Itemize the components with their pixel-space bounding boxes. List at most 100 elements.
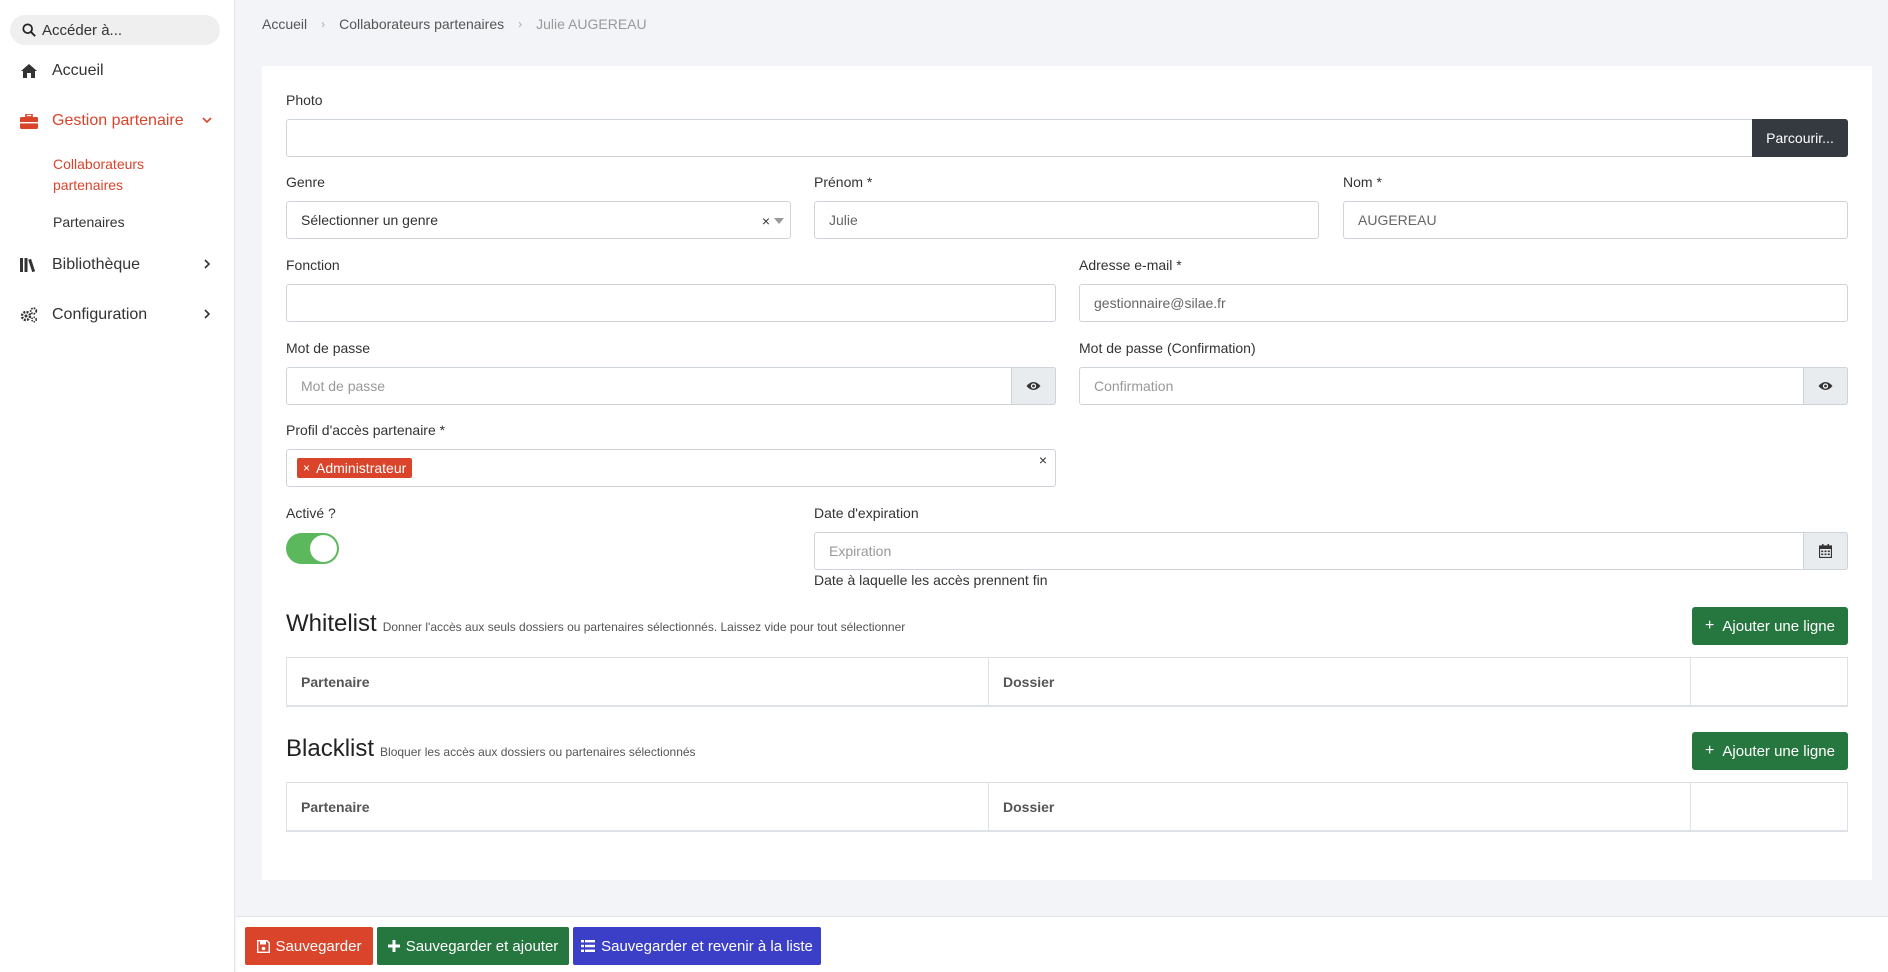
whitelist-description: Donner l'accès aux seuls dossiers ou par… [382, 620, 906, 634]
expiration-placeholder: Expiration [829, 543, 892, 559]
eye-icon [1026, 382, 1041, 390]
plus-icon [387, 940, 400, 952]
genre-clear-icon[interactable]: × [762, 213, 770, 229]
password-input[interactable]: Mot de passe [286, 367, 1056, 405]
blacklist-add-row-button[interactable]: + Ajouter une ligne [1692, 732, 1848, 770]
sidebar-item-label: Bibliothèque [52, 256, 141, 273]
blacklist-title: Blacklist [286, 735, 375, 762]
password-confirm-input[interactable]: Confirmation [1079, 367, 1848, 405]
list-icon [581, 940, 596, 952]
whitelist-add-row-button[interactable]: + Ajouter une ligne [1692, 607, 1848, 645]
email-label: Adresse e-mail * [1079, 257, 1182, 273]
blacklist-table: Partenaire Dossier [286, 782, 1848, 832]
password-placeholder: Mot de passe [301, 378, 386, 394]
fonction-label: Fonction [286, 257, 340, 273]
breadcrumb-item-accueil[interactable]: Accueil [262, 16, 307, 32]
password-confirm-label: Mot de passe (Confirmation) [1079, 340, 1256, 356]
sidebar-item-accueil[interactable]: Accueil [0, 51, 235, 91]
blacklist-heading: Blacklist Bloquer les accès aux dossiers… [286, 735, 696, 763]
gears-icon [20, 306, 38, 324]
prenom-label: Prénom * [814, 174, 873, 190]
prenom-value: Julie [829, 212, 858, 228]
breadcrumb: Accueil › Collaborateurs partenaires › J… [262, 14, 647, 34]
chevron-right-icon [204, 259, 211, 269]
photo-label: Photo [286, 92, 323, 108]
active-toggle[interactable] [286, 533, 339, 564]
books-icon [20, 256, 38, 274]
save-button[interactable]: Sauvegarder [245, 927, 373, 965]
form-card: Photo Parcourir... Genre Sélectionner un… [262, 66, 1872, 880]
sidebar-item-gestion-partenaire[interactable]: Gestion partenaire [0, 101, 235, 141]
active-label: Activé ? [286, 505, 336, 521]
profil-tag: × Administrateur [297, 458, 413, 478]
chevron-right-icon: › [518, 17, 523, 31]
sidebar-subitem-partenaires[interactable]: Partenaires [53, 212, 125, 233]
plus-icon: + [1705, 742, 1715, 759]
whitelist-add-row-label: Ajouter une ligne [1722, 617, 1835, 635]
chevron-down-icon [202, 117, 212, 124]
profil-clear-icon[interactable]: × [1039, 452, 1047, 468]
save-and-add-label: Sauvegarder et ajouter [405, 937, 559, 955]
plus-icon: + [1705, 617, 1715, 634]
sidebar: Accueil Gestion partenaire Collaborateur… [0, 0, 235, 972]
whitelist-col-dossier: Dossier [989, 658, 1691, 705]
chevron-right-icon: › [321, 17, 326, 31]
password-confirm-placeholder: Confirmation [1094, 378, 1174, 394]
blacklist-col-actions [1691, 783, 1847, 830]
nom-value: AUGEREAU [1358, 212, 1437, 228]
save-button-label: Sauvegarder [275, 937, 362, 955]
sidebar-item-bibliotheque[interactable]: Bibliothèque [0, 245, 235, 285]
tag-remove-icon[interactable]: × [303, 461, 310, 475]
whitelist-title: Whitelist [286, 610, 377, 637]
genre-label: Genre [286, 174, 325, 190]
toggle-password-visibility[interactable] [1011, 367, 1056, 405]
blacklist-add-row-label: Ajouter une ligne [1722, 742, 1835, 760]
whitelist-col-actions [1691, 658, 1847, 705]
briefcase-icon [20, 112, 38, 130]
breadcrumb-item-current: Julie AUGEREAU [536, 16, 647, 32]
breadcrumb-item-collaborateurs[interactable]: Collaborateurs partenaires [339, 16, 504, 32]
nom-label: Nom * [1343, 174, 1382, 190]
profil-label: Profil d'accès partenaire * [286, 422, 446, 438]
whitelist-heading: Whitelist Donner l'accès aux seuls dossi… [286, 610, 905, 638]
blacklist-description: Bloquer les accès aux dossiers ou parten… [380, 745, 696, 759]
nom-input[interactable]: AUGEREAU [1343, 201, 1848, 239]
search-icon [22, 23, 36, 37]
photo-file-input[interactable]: Parcourir... [286, 119, 1848, 157]
toggle-knob [310, 535, 337, 562]
expiration-label: Date d'expiration [814, 505, 919, 521]
sidebar-item-configuration[interactable]: Configuration [0, 295, 235, 335]
password-label: Mot de passe [286, 340, 371, 356]
expiration-help-text: Date à laquelle les accès prennent fin [814, 572, 1048, 588]
save-and-return-button[interactable]: Sauvegarder et revenir à la liste [573, 927, 821, 965]
fonction-input[interactable] [286, 284, 1056, 322]
sidebar-search-input[interactable] [42, 21, 212, 39]
whitelist-col-partenaire: Partenaire [287, 658, 989, 705]
sidebar-item-label: Gestion partenaire [52, 112, 184, 129]
blacklist-col-dossier: Dossier [989, 783, 1691, 830]
sidebar-subitem-collaborateurs[interactable]: Collaborateurs partenaires [53, 154, 173, 196]
email-input[interactable]: gestionnaire@silae.fr [1079, 284, 1848, 322]
form-actions-bar: Sauvegarder Sauvegarder et ajouter Sauve… [236, 916, 1888, 972]
profil-tag-label: Administrateur [316, 460, 407, 476]
sidebar-search[interactable] [10, 15, 220, 45]
save-and-add-button[interactable]: Sauvegarder et ajouter [377, 927, 569, 965]
toggle-password-confirm-visibility[interactable] [1803, 367, 1848, 405]
whitelist-table: Partenaire Dossier [286, 657, 1848, 707]
calendar-button[interactable] [1803, 532, 1848, 570]
save-and-return-label: Sauvegarder et revenir à la liste [601, 937, 813, 955]
genre-select[interactable]: Sélectionner un genre × [286, 201, 791, 239]
sidebar-item-label: Configuration [52, 306, 148, 323]
browse-button[interactable]: Parcourir... [1752, 119, 1848, 157]
calendar-icon [1819, 544, 1832, 558]
blacklist-col-partenaire: Partenaire [287, 783, 989, 830]
email-value: gestionnaire@silae.fr [1094, 295, 1226, 311]
sidebar-item-label: Accueil [52, 62, 104, 79]
caret-down-icon [774, 218, 784, 224]
genre-select-placeholder: Sélectionner un genre [301, 212, 438, 228]
floppy-disk-icon [256, 939, 270, 953]
profil-multiselect[interactable]: × Administrateur × [286, 449, 1056, 487]
prenom-input[interactable]: Julie [814, 201, 1319, 239]
expiration-input[interactable]: Expiration [814, 532, 1848, 570]
chevron-right-icon [204, 309, 211, 319]
